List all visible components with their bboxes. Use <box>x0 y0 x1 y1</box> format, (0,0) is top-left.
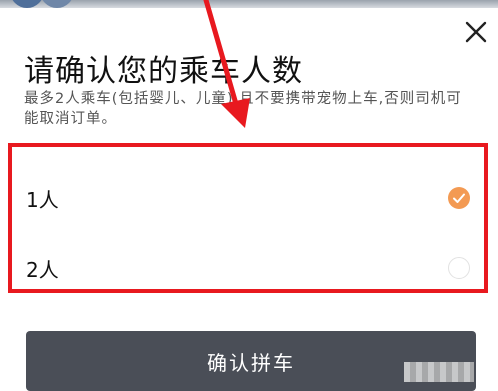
option-label: 1人 <box>26 187 59 212</box>
unchecked-radio-icon[interactable] <box>448 257 470 279</box>
checkmark-icon <box>453 193 465 203</box>
background-map-strip <box>0 0 498 8</box>
option-2-persons[interactable]: 2人 <box>26 243 470 293</box>
close-button[interactable] <box>458 14 494 50</box>
option-label: 2人 <box>26 257 59 282</box>
watermark <box>404 362 474 382</box>
passenger-options-highlight: 1人 2人 <box>8 143 488 293</box>
checked-radio-icon[interactable] <box>448 187 470 209</box>
map-marker <box>40 0 74 8</box>
option-1-person[interactable]: 1人 <box>26 173 470 223</box>
dialog-title: 请确认您的乘车人数 <box>24 54 303 89</box>
confirm-carpool-button[interactable]: 确认拼车 <box>26 331 476 391</box>
map-marker <box>10 0 44 8</box>
close-icon <box>465 21 487 43</box>
dialog-description: 最多2人乘车(包括婴儿、儿童),且不要携带宠物上车,否则司机可能取消订单。 <box>24 91 462 127</box>
